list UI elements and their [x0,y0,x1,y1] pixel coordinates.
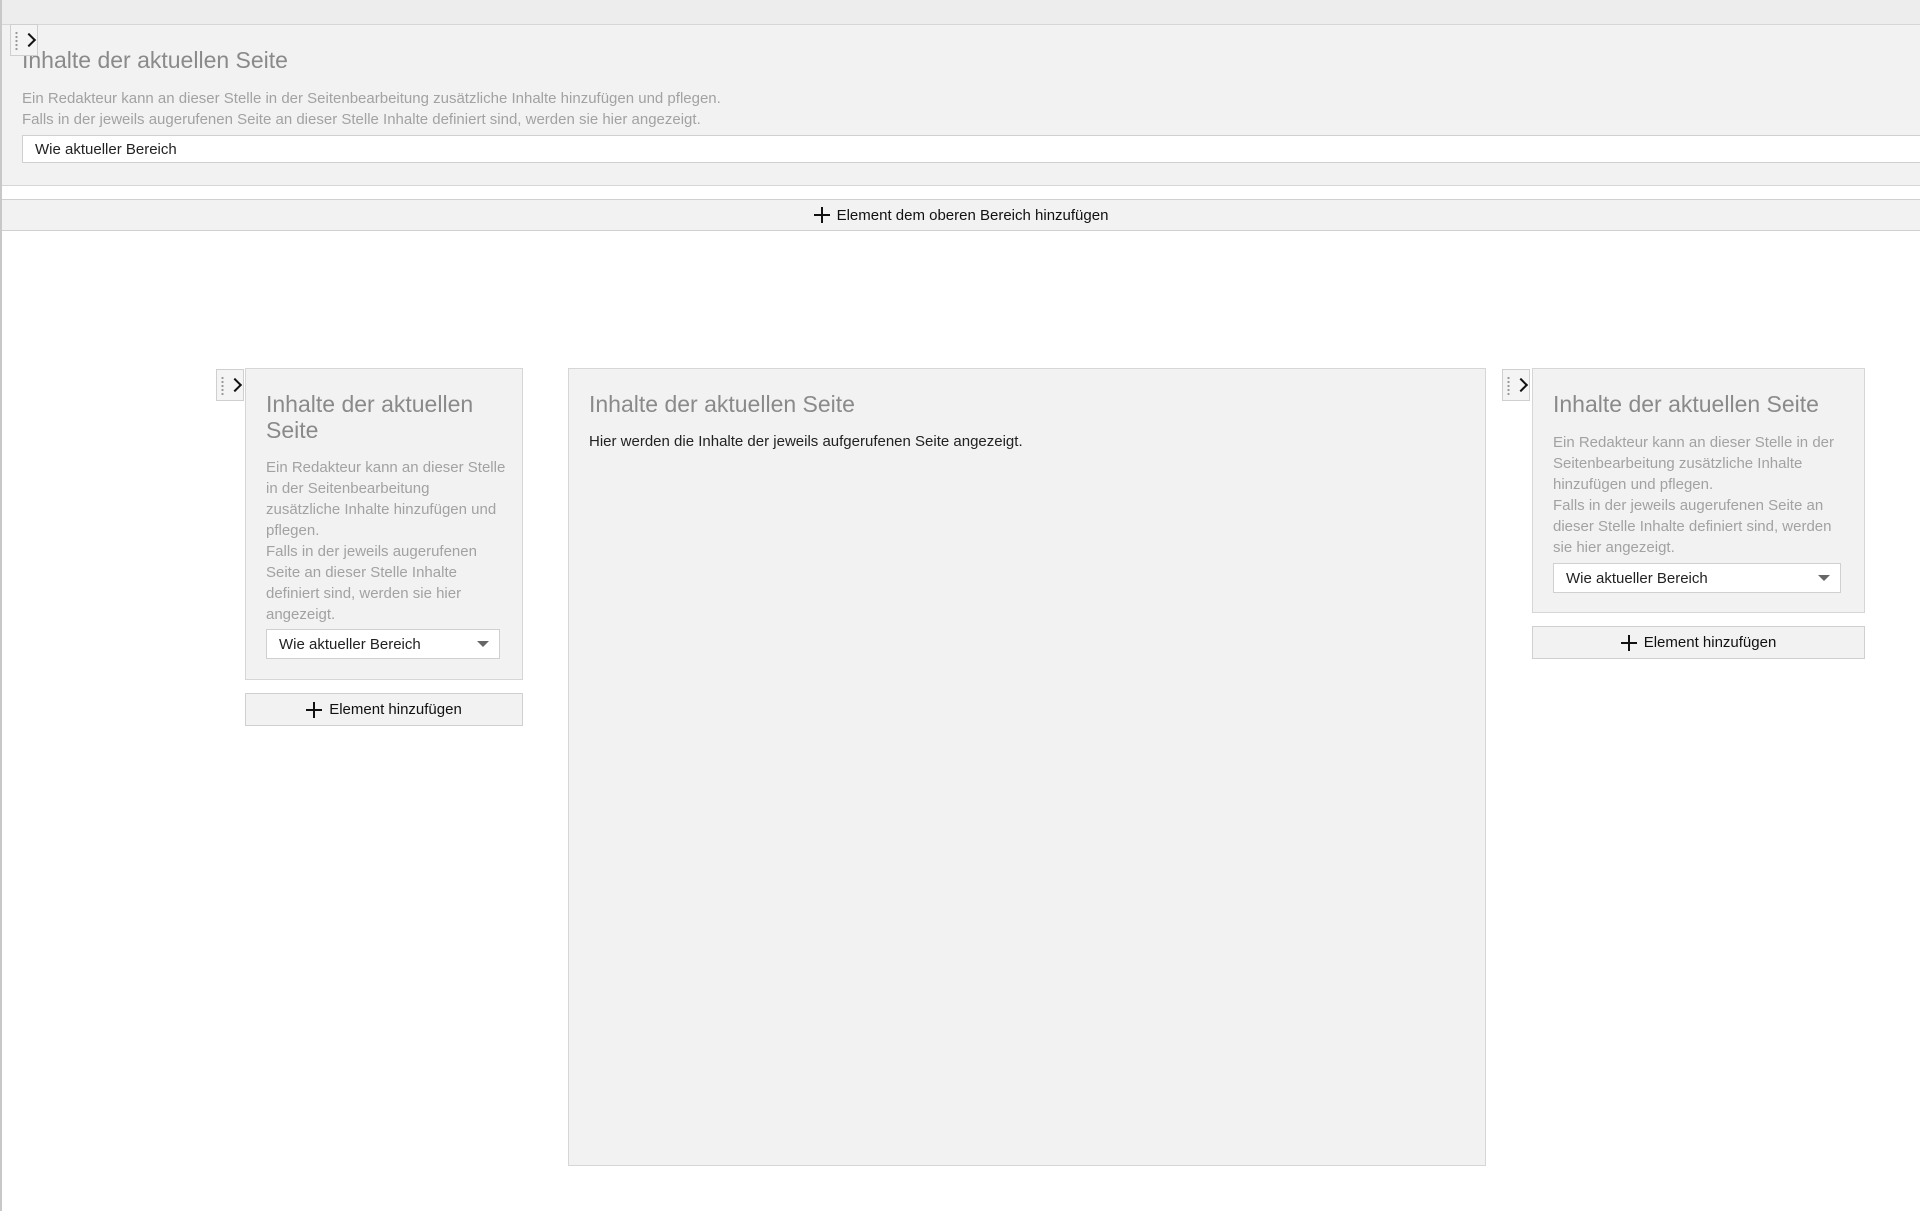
top-area-title: Inhalte der aktuellen Seite [22,47,288,73]
dropdown-caret-icon [477,641,489,647]
top-area-desc-line-1: Ein Redakteur kann an dieser Stelle in d… [22,90,721,107]
drag-grip-icon [221,376,224,396]
chevron-right-icon [1513,377,1529,393]
drag-grip-icon [1507,376,1510,396]
center-area-text: Hier werden die Inhalte der jeweils aufg… [589,433,1023,450]
dropdown-caret-icon [1818,575,1830,581]
plus-icon [813,207,830,223]
left-area-title: Inhalte der aktuellen Seite [266,391,474,443]
drag-grip-icon [15,31,18,51]
right-area-panel: Inhalte der aktuellen Seite Ein Redakteu… [1532,368,1865,613]
left-area-toggle-handle[interactable] [216,369,244,401]
top-area-desc-line-2: Falls in der jeweils augerufenen Seite a… [22,111,701,128]
top-area-select-value: Wie aktueller Bereich [35,140,177,158]
chevron-right-icon [227,377,243,393]
left-area-inheritance-select[interactable]: Wie aktueller Bereich [266,629,500,659]
left-area-desc-line-2: Falls in der jeweils augerufenen Seite a… [266,543,477,623]
center-content-panel: Inhalte der aktuellen Seite Hier werden … [568,368,1486,1166]
right-area-toggle-handle[interactable] [1502,369,1530,401]
add-element-left-label: Element hinzufügen [329,701,462,718]
center-area-title: Inhalte der aktuellen Seite [589,391,855,417]
left-area-panel: Inhalte der aktuellen Seite Ein Redakteu… [245,368,523,680]
right-area-title: Inhalte der aktuellen Seite [1553,391,1819,417]
top-area-description: Ein Redakteur kann an dieser Stelle in d… [22,88,1882,130]
plus-icon [1620,634,1637,651]
add-element-right-button[interactable]: Element hinzufügen [1532,626,1865,659]
left-area-description: Ein Redakteur kann an dieser Stelle in d… [266,457,506,625]
right-area-select-value: Wie aktueller Bereich [1566,569,1708,587]
top-area-inheritance-select[interactable]: Wie aktueller Bereich [22,135,1920,163]
right-area-desc-line-2: Falls in der jeweils augerufenen Seite a… [1553,497,1832,556]
add-element-top-label: Element dem oberen Bereich hinzufügen [836,206,1109,224]
add-element-right-label: Element hinzufügen [1643,634,1777,651]
add-element-left-button[interactable]: Element hinzufügen [245,693,523,726]
left-area-select-value: Wie aktueller Bereich [279,635,421,653]
chevron-right-icon [21,32,37,48]
right-area-inheritance-select[interactable]: Wie aktueller Bereich [1553,563,1841,593]
top-area-panel: Inhalte der aktuellen Seite Ein Redakteu… [2,24,1920,186]
add-element-top-button[interactable]: Element dem oberen Bereich hinzufügen [2,199,1920,231]
top-toolbar-strip [0,0,1920,25]
right-area-description: Ein Redakteur kann an dieser Stelle in d… [1553,432,1845,558]
plus-icon [306,701,323,718]
top-area-toggle-handle[interactable] [10,24,38,56]
right-area-desc-line-1: Ein Redakteur kann an dieser Stelle in d… [1553,434,1835,493]
left-area-desc-line-1: Ein Redakteur kann an dieser Stelle in d… [266,459,506,539]
